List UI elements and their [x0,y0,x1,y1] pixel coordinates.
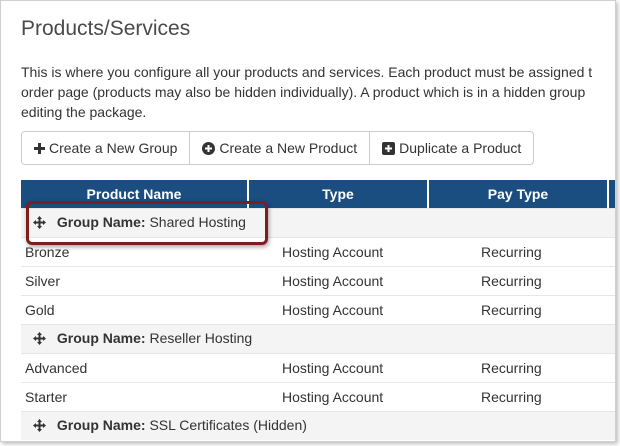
product-name-cell[interactable]: Bronze [21,237,249,266]
table-row[interactable]: Gold Hosting Account Recurring [21,295,615,324]
plus-circle-icon [202,141,216,155]
description-line: This is where you configure all your pro… [21,64,593,80]
create-product-label: Create a New Product [219,140,358,156]
group-row[interactable]: Group Name: Reseller Hosting [21,324,615,353]
description-line: editing the package. [21,104,147,120]
group-name-label: Group Name: [56,330,146,346]
create-group-label: Create a New Group [49,140,178,156]
products-table: Product Name Type Pay Type Group Name: S… [21,180,615,440]
product-type-cell: Hosting Account [249,382,429,411]
product-name-cell[interactable]: Silver [21,266,249,295]
column-header-pay-type[interactable]: Pay Type [429,180,609,208]
table-row[interactable]: Silver Hosting Account Recurring [21,266,615,295]
group-name-value: Shared Hosting [149,214,246,230]
duplicate-product-label: Duplicate a Product [399,140,522,156]
group-name-value: SSL Certificates (Hidden) [149,417,307,433]
plus-icon [34,142,45,154]
column-header-type[interactable]: Type [249,180,429,208]
page-description: This is where you configure all your pro… [21,62,615,122]
column-header-product-name[interactable]: Product Name [21,180,249,208]
product-name-cell[interactable]: Starter [21,382,249,411]
product-pay-type-cell: Recurring [429,382,609,411]
product-pay-type-cell: Recurring [429,295,609,324]
duplicate-product-button[interactable]: Duplicate a Product [370,132,533,164]
toolbar: Create a New Group Create a New Product … [21,131,535,165]
move-icon[interactable] [33,332,46,348]
product-type-cell: Hosting Account [249,237,429,266]
group-name-label: Group Name: [56,417,146,433]
product-name-cell[interactable]: Gold [21,295,249,324]
product-type-cell: Hosting Account [249,266,429,295]
product-pay-type-cell: Recurring [429,353,609,382]
table-row[interactable]: Starter Hosting Account Recurring [21,382,615,411]
product-pay-type-cell: Recurring [429,237,609,266]
table-row[interactable]: Advanced Hosting Account Recurring [21,353,615,382]
move-icon[interactable] [33,216,46,232]
group-name-label: Group Name: [56,214,146,230]
create-group-button[interactable]: Create a New Group [22,132,191,164]
plus-square-icon [382,141,396,155]
product-type-cell: Hosting Account [249,295,429,324]
product-pay-type-cell: Recurring [429,266,609,295]
group-row[interactable]: Group Name: Shared Hosting [21,208,615,237]
table-row[interactable]: Bronze Hosting Account Recurring [21,237,615,266]
create-product-button[interactable]: Create a New Product [190,132,371,164]
table-header-row: Product Name Type Pay Type [21,180,615,208]
products-panel: Products/Services This is where you conf… [0,0,616,442]
description-line: order page (products may also be hidden … [21,84,586,100]
move-icon[interactable] [33,419,46,435]
group-row[interactable]: Group Name: SSL Certificates (Hidden) [21,411,615,440]
product-type-cell: Hosting Account [249,353,429,382]
product-name-cell[interactable]: Advanced [21,353,249,382]
group-name-value: Reseller Hosting [149,330,253,346]
page-title: Products/Services [21,17,191,40]
column-header-more [609,180,615,208]
